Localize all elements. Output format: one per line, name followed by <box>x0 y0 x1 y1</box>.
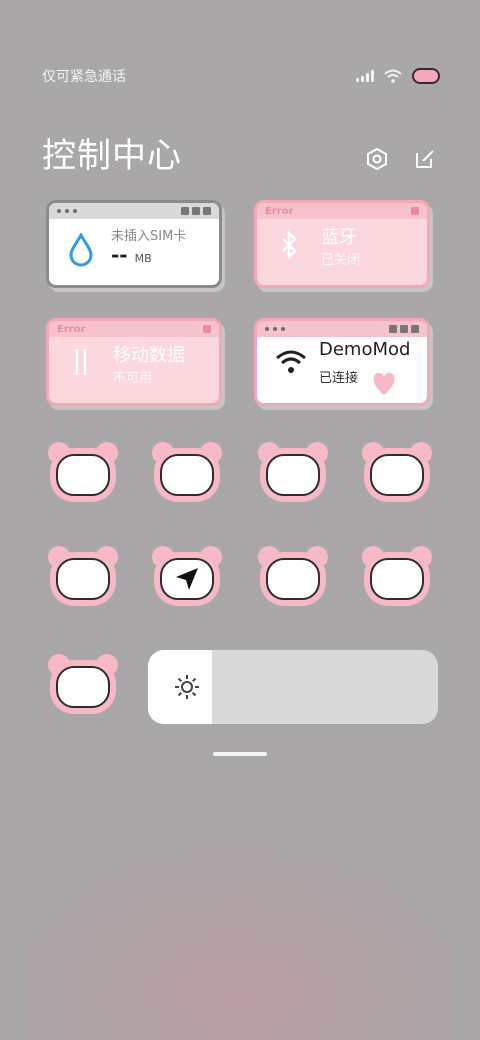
header-actions <box>364 146 438 172</box>
window-titlebar <box>49 203 219 219</box>
window-body: 蓝牙 已关闭 <box>257 219 427 285</box>
battery-icon <box>412 68 440 84</box>
scissors-icon <box>266 454 320 496</box>
edit-icon[interactable] <box>412 146 438 172</box>
bluetooth-state: 已关闭 <box>321 253 361 268</box>
panel-drag-handle[interactable] <box>213 752 267 756</box>
sun-icon <box>175 675 199 699</box>
data-usage-value: -- MB <box>111 243 152 267</box>
page-title: 控制中心 <box>42 136 182 176</box>
bluetooth-label: 蓝牙 <box>321 227 357 248</box>
minus-toggle[interactable] <box>362 546 432 606</box>
background-glow <box>0 820 480 1040</box>
error-tag: Error <box>265 205 294 217</box>
wifi-status-icon <box>384 69 402 83</box>
window-titlebar: Error <box>49 321 219 337</box>
wifi-ssid: DemoMod <box>319 339 411 360</box>
mobile-data-tile[interactable]: Error 移动数据 不可用 <box>46 318 222 406</box>
bell-icon <box>160 454 214 496</box>
rotation-lock-icon <box>266 558 320 600</box>
auto-a-icon <box>56 666 110 708</box>
minus-icon <box>370 558 424 600</box>
status-icons <box>356 68 440 84</box>
lock-icon <box>56 558 110 600</box>
sim-status-label: 未插入SIM卡 <box>111 229 187 244</box>
wifi-state: 已连接 <box>319 371 359 386</box>
status-bar: 仅可紧急通话 <box>42 64 440 88</box>
bluetooth-icon <box>282 231 297 259</box>
wifi-icon <box>276 350 306 373</box>
brightness-slider[interactable] <box>148 650 438 724</box>
location-arrow-icon <box>160 558 214 600</box>
window-titlebar <box>257 321 427 337</box>
data-arrows-icon <box>75 349 87 375</box>
signal-icon <box>356 70 374 82</box>
bell-toggle[interactable] <box>152 442 222 502</box>
error-tag: Error <box>57 323 86 335</box>
window-body: 移动数据 不可用 <box>49 337 219 403</box>
mobile-data-label: 移动数据 <box>113 345 185 366</box>
airplane-icon <box>370 454 424 496</box>
rotation-lock-toggle[interactable] <box>258 546 328 606</box>
window-body: DemoMod 已连接 <box>257 337 427 403</box>
location-toggle[interactable] <box>152 546 222 606</box>
auto-brightness-toggle[interactable] <box>48 654 118 714</box>
water-drop-icon <box>69 233 93 267</box>
flashlight-toggle[interactable] <box>48 442 118 502</box>
airplane-toggle[interactable] <box>362 442 432 502</box>
lock-toggle[interactable] <box>48 546 118 606</box>
mobile-data-state: 不可用 <box>113 371 153 386</box>
wifi-tile[interactable]: DemoMod 已连接 <box>254 318 430 406</box>
screenshot-toggle[interactable] <box>258 442 328 502</box>
heart-icon <box>373 373 395 395</box>
mobile-data-usage-tile[interactable]: 未插入SIM卡 -- MB <box>46 200 222 288</box>
settings-gear-icon[interactable] <box>364 146 390 172</box>
flashlight-icon <box>56 454 110 496</box>
window-body: 未插入SIM卡 -- MB <box>49 219 219 285</box>
bluetooth-tile[interactable]: Error 蓝牙 已关闭 <box>254 200 430 288</box>
window-titlebar: Error <box>257 203 427 219</box>
carrier-status: 仅可紧急通话 <box>42 69 126 85</box>
